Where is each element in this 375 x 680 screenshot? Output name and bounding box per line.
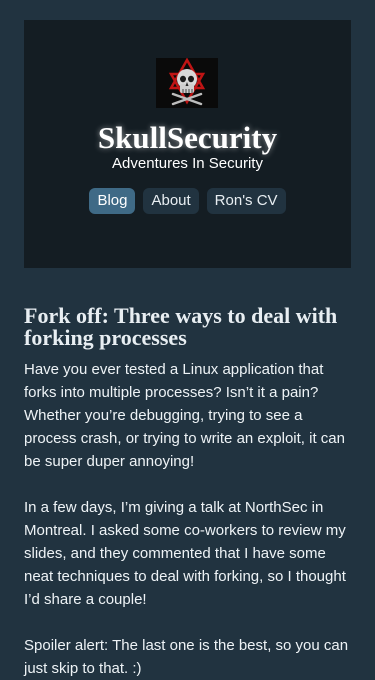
post-paragraph: Have you ever tested a Linux application… bbox=[24, 361, 345, 470]
post-title[interactable]: Fork off: Three ways to deal with forkin… bbox=[24, 305, 351, 349]
skull-logo-icon[interactable] bbox=[156, 58, 218, 108]
site-title[interactable]: SkullSecurity bbox=[24, 120, 351, 156]
post-paragraph: In a few days, I’m giving a talk at Nort… bbox=[24, 499, 346, 608]
site-header: SkullSecurity Adventures In Security Blo… bbox=[24, 20, 351, 268]
nav-item-cv[interactable]: Ron's CV bbox=[206, 188, 286, 214]
site-tagline: Adventures In Security bbox=[112, 155, 263, 172]
main-nav: Blog About Ron's CV bbox=[24, 188, 351, 214]
post-paragraph: Spoiler alert: The last one is the best,… bbox=[24, 637, 349, 677]
nav-item-blog[interactable]: Blog bbox=[89, 188, 136, 214]
nav-item-about[interactable]: About bbox=[143, 188, 199, 214]
blog-post: Fork off: Three ways to deal with forkin… bbox=[24, 305, 351, 680]
